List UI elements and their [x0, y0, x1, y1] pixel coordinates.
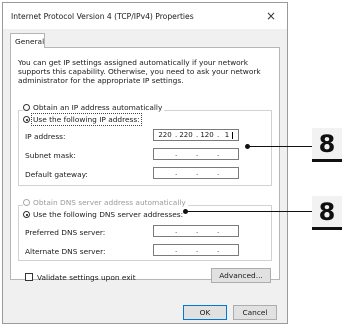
obtain-ip-auto-radio[interactable]: Obtain an IP address automatically	[23, 103, 165, 112]
octet: 120	[200, 131, 214, 139]
octet-separator: .	[196, 169, 199, 177]
octet-separator: .	[175, 150, 178, 158]
default-gateway-label: Default gateway:	[25, 170, 88, 179]
subnet-mask-field[interactable]: . . .	[153, 148, 239, 160]
callout-badge-ip: 8	[312, 128, 342, 162]
validate-settings-checkbox[interactable]	[25, 273, 33, 281]
octet-separator: .	[217, 246, 220, 254]
radio-circle	[23, 199, 30, 206]
use-following-dns-radio[interactable]: Use the following DNS server addresses:	[23, 210, 186, 219]
close-icon[interactable]: ×	[261, 7, 281, 25]
octet-separator: .	[175, 246, 178, 254]
tab-general-label: General	[15, 37, 45, 46]
validate-settings-label: Validate settings upon exit	[37, 273, 136, 282]
ip-address-label: IP address:	[25, 132, 66, 141]
radio-circle	[23, 211, 30, 218]
octet-separator: .	[196, 227, 199, 235]
callout-line-ip	[248, 146, 312, 147]
text-caret	[232, 132, 233, 139]
octet-separator: .	[217, 169, 220, 177]
octet-separator: .	[196, 131, 199, 139]
octet-separator: .	[175, 131, 178, 139]
use-following-ip-radio[interactable]: Use the following IP address:	[23, 113, 142, 126]
tcpip-properties-dialog: Internet Protocol Version 4 (TCP/IPv4) P…	[2, 2, 288, 324]
ip-address-field[interactable]: 220 . 220 . 120 . 1	[153, 129, 239, 141]
advanced-button[interactable]: Advanced...	[211, 268, 271, 283]
radio-circle	[23, 116, 30, 123]
octet-separator: .	[217, 150, 220, 158]
octet-separator: .	[196, 150, 199, 158]
obtain-dns-auto-radio[interactable]: Obtain DNS server address automatically	[23, 198, 188, 207]
preferred-dns-label: Preferred DNS server:	[25, 228, 106, 237]
use-following-dns-label: Use the following DNS server addresses:	[33, 210, 184, 219]
default-gateway-field[interactable]: . . .	[153, 167, 239, 179]
octet: 220	[179, 131, 193, 139]
cancel-button[interactable]: Cancel	[233, 305, 277, 320]
radio-circle	[23, 104, 30, 111]
octet-separator: .	[175, 227, 178, 235]
obtain-ip-auto-label: Obtain an IP address automatically	[33, 103, 163, 112]
alternate-dns-field[interactable]: . . .	[153, 244, 239, 256]
use-following-ip-label: Use the following IP address:	[31, 113, 142, 126]
octet-separator: .	[217, 131, 220, 139]
callout-line-dns	[186, 211, 312, 212]
general-panel: You can get IP settings assigned automat…	[10, 47, 280, 283]
callout-badge-dns: 8	[312, 196, 342, 230]
octet: 220	[158, 131, 172, 139]
title-bar[interactable]: Internet Protocol Version 4 (TCP/IPv4) P…	[3, 3, 287, 29]
tab-general[interactable]: General	[10, 33, 45, 48]
description-text: You can get IP settings assigned automat…	[18, 58, 261, 86]
octet-separator: .	[175, 169, 178, 177]
preferred-dns-field[interactable]: . . .	[153, 225, 239, 237]
dialog-title: Internet Protocol Version 4 (TCP/IPv4) P…	[11, 12, 194, 21]
alternate-dns-label: Alternate DNS server:	[25, 247, 106, 256]
subnet-mask-label: Subnet mask:	[25, 151, 76, 160]
octet-separator: .	[196, 246, 199, 254]
ok-button[interactable]: OK	[183, 305, 227, 320]
octet-separator: .	[217, 227, 220, 235]
obtain-dns-auto-label: Obtain DNS server address automatically	[33, 198, 186, 207]
